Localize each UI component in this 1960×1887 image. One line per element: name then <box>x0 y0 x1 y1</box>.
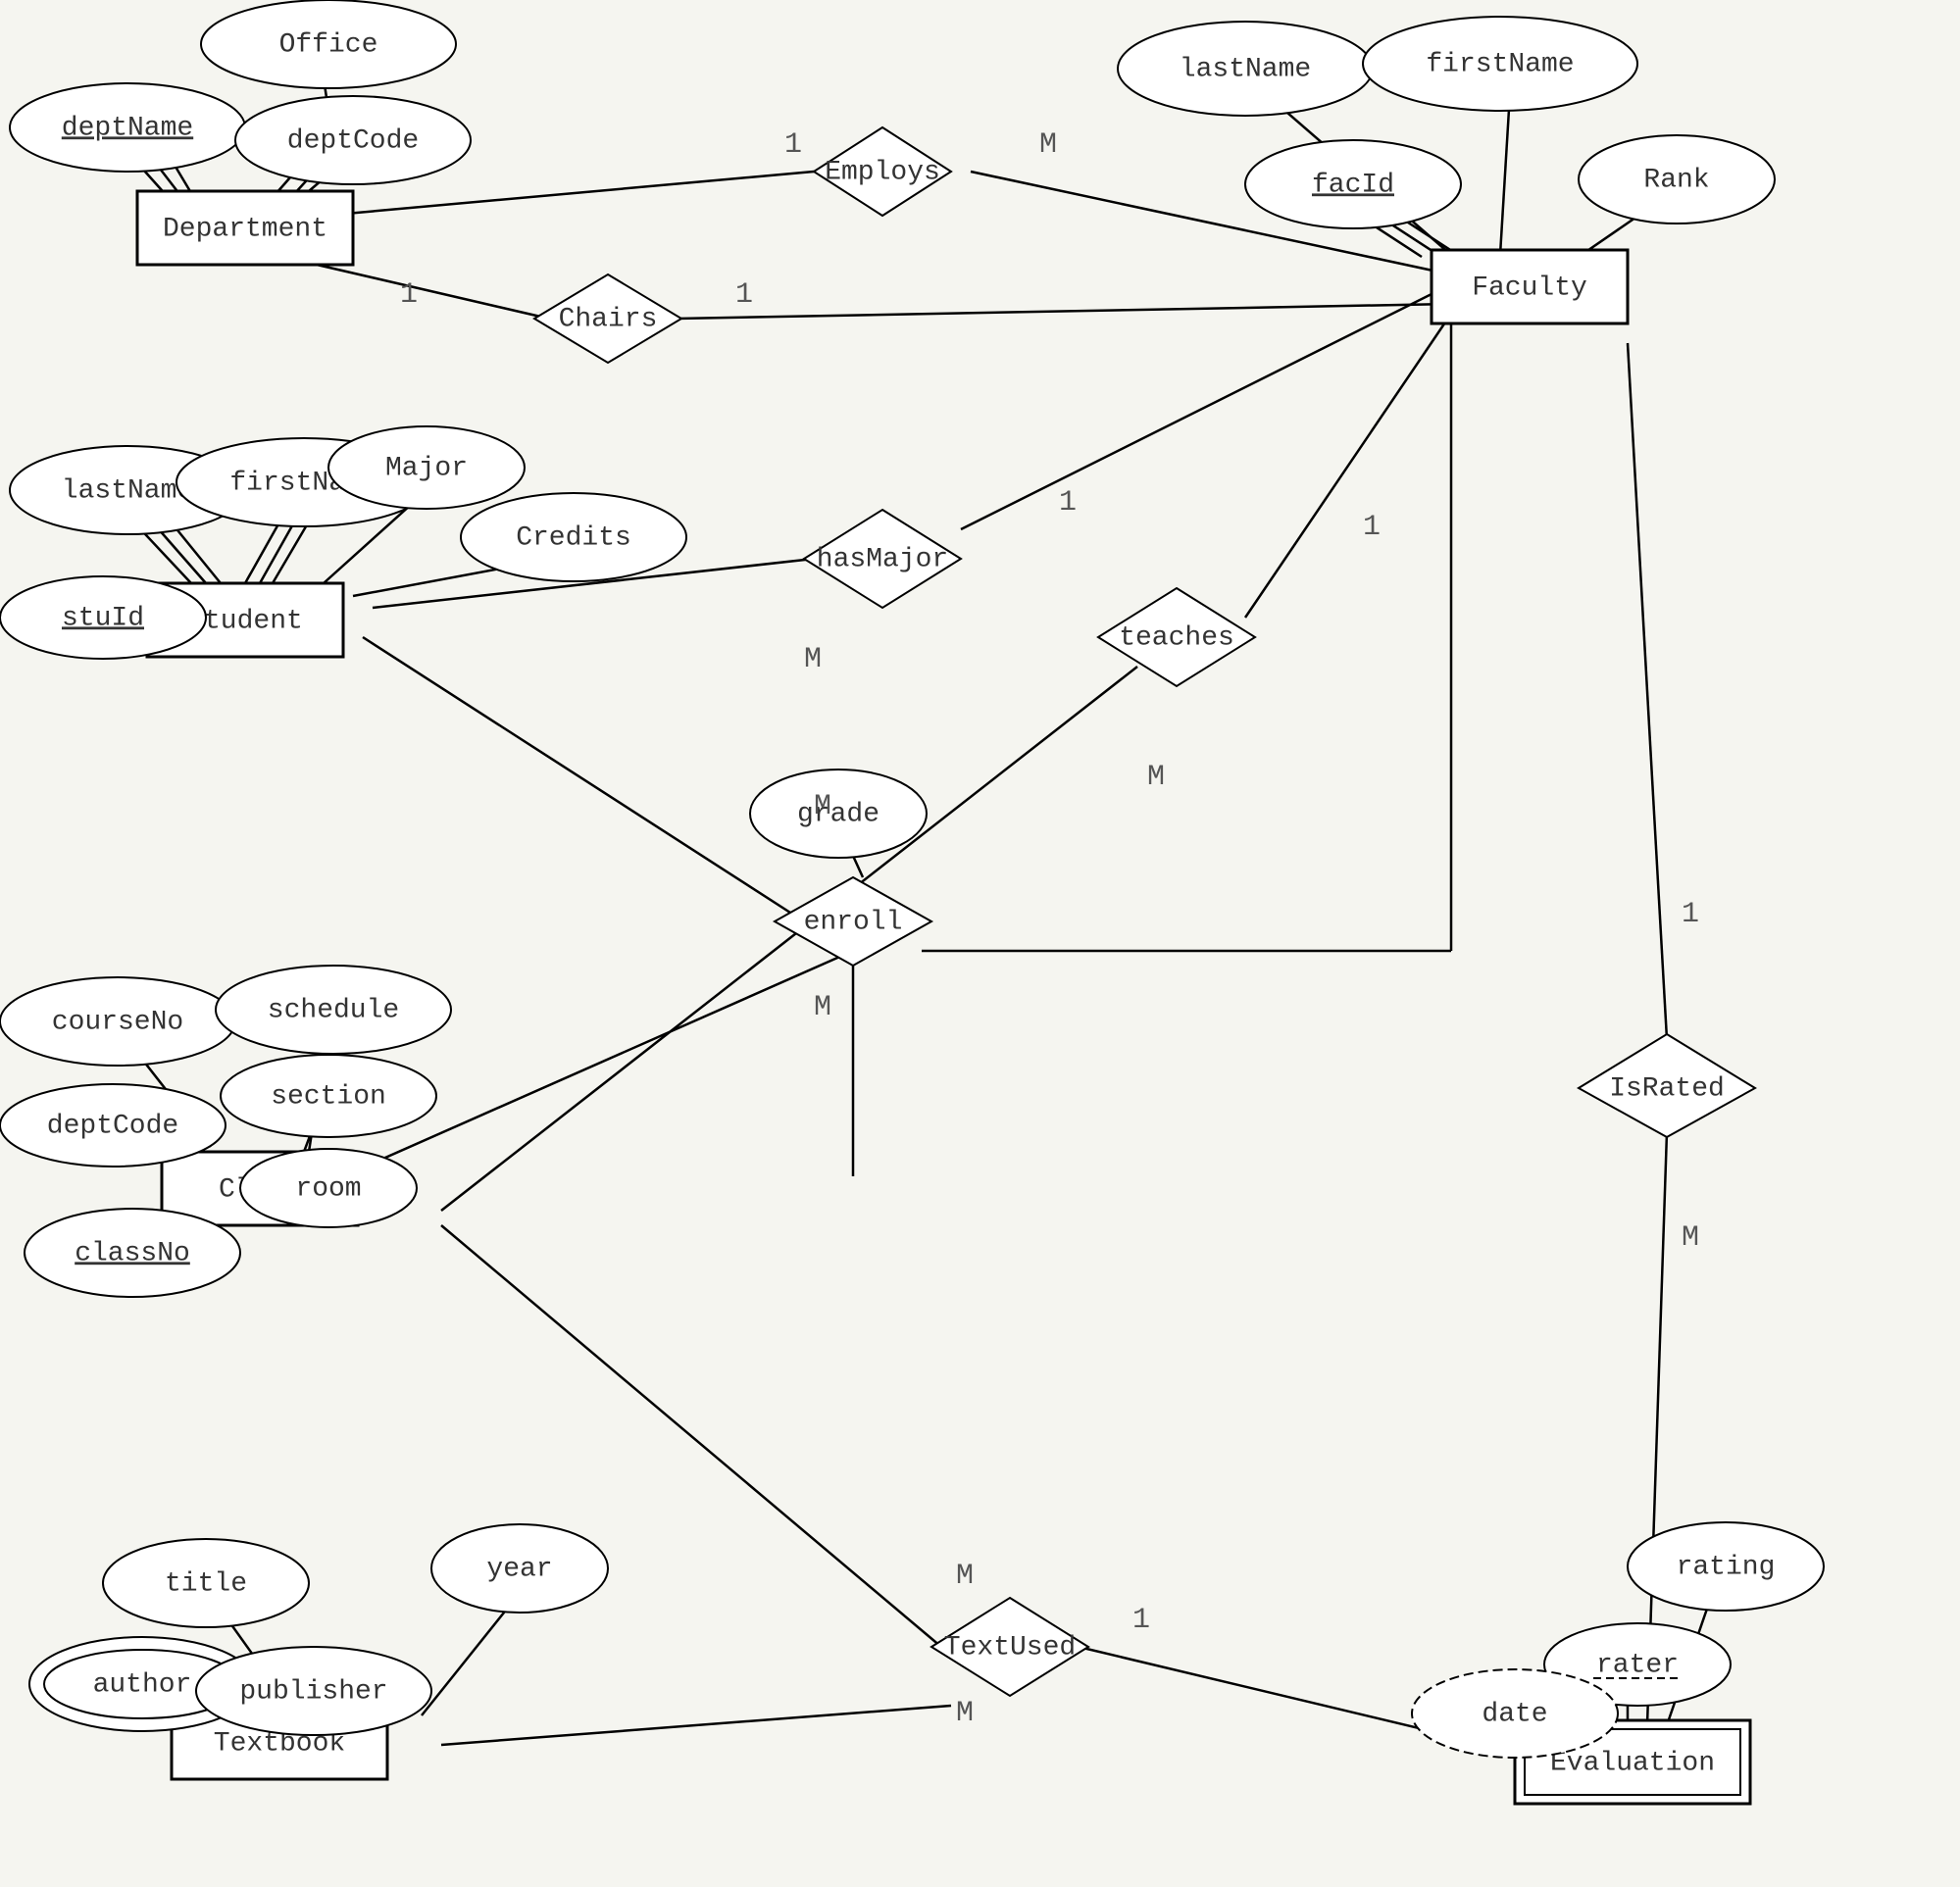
chairs-label: Chairs <box>559 304 658 334</box>
attr-room-label: room <box>295 1173 361 1204</box>
card-chairs-1-fac: 1 <box>735 278 753 312</box>
attr-deptcode-label: deptCode <box>287 125 419 156</box>
card-enroll-m-stu: M <box>814 790 831 823</box>
card-chairs-1-dept: 1 <box>400 278 418 312</box>
attr-cls-deptcode-label: deptCode <box>47 1111 178 1141</box>
attr-stu-lastname-label: lastName <box>62 475 193 506</box>
card-textused-1: 1 <box>1132 1604 1150 1637</box>
er-diagram: Employs Chairs hasMajor teaches enroll T… <box>0 0 1960 1887</box>
attr-publisher-label: publisher <box>239 1676 387 1707</box>
card-israted-1: 1 <box>1682 898 1699 931</box>
card-hasmajor-m: M <box>804 643 822 676</box>
attr-rank-label: Rank <box>1643 165 1709 195</box>
israted-label: IsRated <box>1609 1073 1725 1104</box>
attr-date-label: date <box>1482 1699 1547 1729</box>
attr-schedule-label: schedule <box>268 995 399 1025</box>
attr-courseno-label: courseNo <box>52 1007 183 1037</box>
faculty-label: Faculty <box>1472 273 1587 303</box>
teaches-label: teaches <box>1119 622 1234 653</box>
attr-office-label: Office <box>279 29 378 60</box>
attr-stuid-label: stuId <box>62 603 144 633</box>
attr-classno-label: classNo <box>75 1238 190 1268</box>
card-employs-1: 1 <box>784 128 802 162</box>
hasmajor-label: hasMajor <box>817 544 948 574</box>
attr-title-label: title <box>165 1568 247 1599</box>
attr-credits-label: Credits <box>516 522 631 553</box>
attr-fac-firstname-label: firstName <box>1426 49 1574 79</box>
card-enroll-m-cls: M <box>814 991 831 1024</box>
card-textused-m-cls: M <box>956 1560 974 1593</box>
card-israted-m: M <box>1682 1221 1699 1255</box>
textused-label: TextUsed <box>944 1632 1076 1663</box>
attr-rating-label: rating <box>1677 1552 1776 1582</box>
attr-major-label: Major <box>385 453 468 483</box>
card-employs-m: M <box>1039 128 1057 162</box>
evaluation-label: Evaluation <box>1550 1748 1715 1778</box>
attr-fac-lastname-label: lastName <box>1180 54 1311 84</box>
department-label: Department <box>163 214 327 244</box>
employs-label: Employs <box>825 157 940 187</box>
attr-section-label: section <box>271 1081 386 1112</box>
attr-year-label: year <box>486 1554 552 1584</box>
enroll-label: enroll <box>804 907 903 937</box>
attr-grade-label: grade <box>797 799 879 829</box>
card-teaches-m: M <box>1147 761 1165 794</box>
card-teaches-1: 1 <box>1363 511 1381 544</box>
attr-rater-label: rater <box>1596 1650 1679 1680</box>
attr-author-label: author <box>93 1669 192 1700</box>
card-hasmajor-1: 1 <box>1059 486 1077 520</box>
attr-deptname-label: deptName <box>62 113 193 143</box>
card-textused-m-txt: M <box>956 1697 974 1730</box>
attr-facid-label: facId <box>1312 170 1394 200</box>
